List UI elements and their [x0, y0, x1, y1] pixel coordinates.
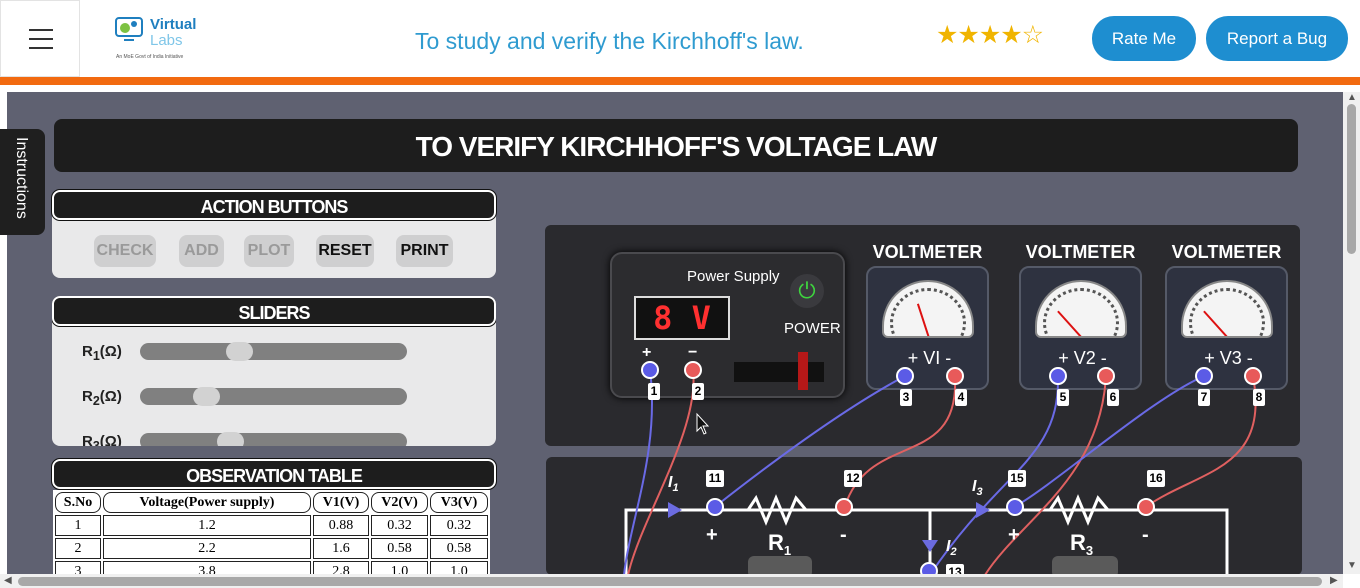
scroll-right-icon[interactable]: ▶ [1330, 575, 1338, 586]
horizontal-scrollbar[interactable]: ◀ ▶ [0, 574, 1343, 588]
terminal-15[interactable] [1006, 498, 1024, 516]
r1-plus-sign: + [706, 524, 718, 546]
terminal-5-tag: 5 [1057, 389, 1069, 406]
terminal-2[interactable] [684, 361, 702, 379]
wiring-overlay [623, 369, 1257, 578]
terminal-12[interactable] [835, 498, 853, 516]
terminal-7-tag: 7 [1198, 389, 1210, 406]
r1-minus-sign: - [840, 524, 847, 546]
terminal-6-tag: 6 [1107, 389, 1119, 406]
r3-minus-sign: - [1142, 524, 1149, 546]
terminal-4[interactable] [946, 367, 964, 385]
r1-label: R1 [768, 530, 792, 559]
vertical-scroll-thumb[interactable] [1347, 104, 1356, 254]
terminal-11-tag: 11 [706, 470, 724, 487]
terminal-2-tag: 2 [692, 383, 704, 400]
terminal-15-tag: 15 [1008, 470, 1026, 487]
current-i3-label: I3 [972, 478, 983, 499]
terminal-8-tag: 8 [1253, 389, 1265, 406]
current-i2-label: I2 [946, 538, 957, 559]
terminal-1[interactable] [641, 361, 659, 379]
terminal-4-tag: 4 [955, 389, 967, 406]
current-i1-label: I1 [668, 474, 679, 495]
terminal-3-tag: 3 [900, 389, 912, 406]
vertical-scrollbar[interactable]: ▲ ▼ [1343, 92, 1360, 574]
terminal-3[interactable] [896, 367, 914, 385]
terminal-6[interactable] [1097, 367, 1115, 385]
terminal-16-tag: 16 [1147, 470, 1165, 487]
scroll-left-icon[interactable]: ◀ [4, 575, 12, 586]
terminal-12-tag: 12 [844, 470, 862, 487]
terminal-7[interactable] [1195, 367, 1213, 385]
terminal-5[interactable] [1049, 367, 1067, 385]
horizontal-scroll-thumb[interactable] [18, 577, 1322, 586]
r3-label: R3 [1070, 530, 1094, 559]
terminal-16[interactable] [1137, 498, 1155, 516]
r3-plus-sign: + [1008, 524, 1020, 546]
scroll-up-icon[interactable]: ▲ [1347, 92, 1357, 103]
terminal-1-tag: 1 [648, 383, 660, 400]
terminal-8[interactable] [1244, 367, 1262, 385]
terminal-11[interactable] [706, 498, 724, 516]
scroll-down-icon[interactable]: ▼ [1347, 560, 1357, 571]
